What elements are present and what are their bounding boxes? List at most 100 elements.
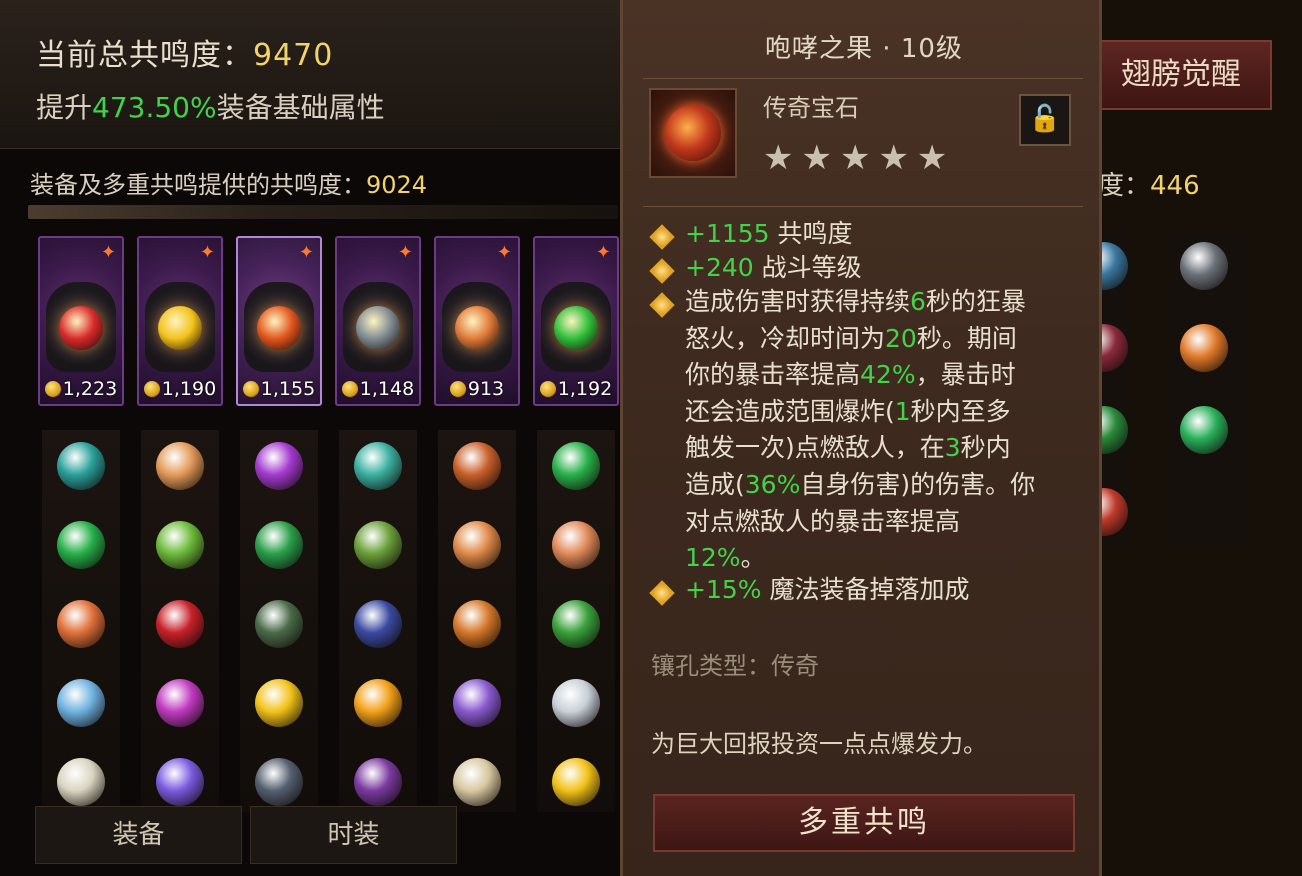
rune-icon: ✦ bbox=[496, 242, 512, 263]
legendary-gem-icon bbox=[455, 306, 499, 350]
bottom-tabs: 装备 时装 bbox=[35, 806, 465, 866]
normal-gem-icon[interactable] bbox=[552, 521, 600, 569]
gem-column bbox=[438, 430, 516, 812]
tab-fashion[interactable]: 时装 bbox=[250, 806, 457, 864]
rune-icon: ✦ bbox=[199, 242, 215, 263]
stat-resonance: +1155 共鸣度 bbox=[685, 216, 853, 252]
normal-gem-icon[interactable] bbox=[354, 600, 402, 648]
legendary-gem-slot[interactable]: ✦ 1,155 bbox=[236, 236, 322, 406]
gem-column bbox=[141, 430, 219, 812]
rune-icon: ✦ bbox=[595, 242, 611, 263]
normal-gem-icon[interactable] bbox=[552, 600, 600, 648]
normal-gem-icon[interactable] bbox=[453, 442, 501, 490]
gem-star-rating: ★★★★★ bbox=[763, 138, 956, 178]
wing-resonance: 度：446 bbox=[1098, 165, 1200, 202]
tab-equipment[interactable]: 装备 bbox=[35, 806, 242, 864]
normal-gem-icon[interactable] bbox=[255, 442, 303, 490]
effect-text: 秒的狂暴 bbox=[925, 287, 1026, 316]
legendary-gem-icon bbox=[554, 306, 598, 350]
legendary-gem-icon bbox=[158, 306, 202, 350]
effect-line: 造成伤害时获得持续6秒的狂暴 bbox=[685, 284, 1085, 321]
stat-value: +240 bbox=[685, 253, 754, 282]
effect-line: 对点燃敌人的暴击率提高 bbox=[685, 504, 1085, 541]
slot-resonance-score: 913 bbox=[436, 378, 518, 400]
normal-gem-icon[interactable] bbox=[57, 679, 105, 727]
effect-text: 秒。期间 bbox=[916, 323, 1017, 353]
legendary-gem-slot[interactable]: ✦ 1,192 bbox=[533, 236, 619, 406]
gem-portrait bbox=[649, 88, 737, 178]
gem-title: 咆哮之果 · 10级 bbox=[765, 34, 963, 64]
effect-text: 。 bbox=[740, 543, 766, 573]
normal-gem-icon[interactable] bbox=[156, 758, 204, 806]
normal-gem-icon[interactable] bbox=[354, 521, 402, 569]
normal-gem-icon[interactable] bbox=[255, 600, 303, 648]
total-resonance: 当前总共鸣度：9470 bbox=[36, 30, 333, 74]
normal-gem-icon[interactable] bbox=[255, 679, 303, 727]
normal-gem-icon[interactable] bbox=[57, 521, 105, 569]
normal-gem-icon[interactable] bbox=[57, 758, 105, 806]
normal-gem-icon[interactable] bbox=[156, 679, 204, 727]
unlock-icon[interactable]: 🔓 bbox=[1019, 94, 1071, 146]
wing-gem-icon[interactable] bbox=[1180, 242, 1228, 290]
multi-resonance-button[interactable]: 多重共鸣 bbox=[653, 794, 1075, 852]
normal-gem-icon[interactable] bbox=[354, 442, 402, 490]
stat-label: 魔法装备掉落加成 bbox=[769, 575, 970, 604]
effect-text: 自身伤害)的伤害。你 bbox=[800, 469, 1036, 499]
divider bbox=[643, 78, 1083, 79]
legendary-gem-slot[interactable]: ✦ 1,223 bbox=[38, 236, 124, 406]
stat-label: 共鸣度 bbox=[777, 219, 853, 248]
gem-column bbox=[42, 430, 120, 812]
socket-type: 镶孔类型：传奇 bbox=[651, 652, 819, 680]
rune-icon: ✦ bbox=[298, 242, 314, 263]
wing-gem-icon[interactable] bbox=[1180, 324, 1228, 372]
legendary-gem-slot[interactable]: ✦ 1,148 bbox=[335, 236, 421, 406]
rune-icon: ✦ bbox=[100, 242, 116, 263]
effect-number: 12% bbox=[685, 543, 741, 573]
normal-gem-icon[interactable] bbox=[57, 442, 105, 490]
gem-column bbox=[339, 430, 417, 812]
normal-gem-icon[interactable] bbox=[255, 758, 303, 806]
effect-line: 触发一次)点燃敌人，在3秒内 bbox=[685, 430, 1085, 467]
normal-gem-icon[interactable] bbox=[156, 600, 204, 648]
stat-label: 战斗等级 bbox=[761, 253, 862, 282]
wing-awaken-button[interactable]: 翅膀觉醒 bbox=[1090, 40, 1272, 110]
legendary-gem-slot[interactable]: ✦ 1,190 bbox=[137, 236, 223, 406]
effect-text: 造成( bbox=[685, 469, 745, 499]
legendary-gem-slot[interactable]: ✦ 913 bbox=[434, 236, 520, 406]
effect-text: 你的暴击率提高 bbox=[685, 360, 861, 390]
gem-column bbox=[240, 430, 318, 812]
normal-gem-icon[interactable] bbox=[156, 442, 204, 490]
legendary-gem-icon bbox=[59, 306, 103, 350]
wing-gem-icon[interactable] bbox=[1180, 406, 1228, 454]
slot-resonance-score: 1,148 bbox=[337, 378, 419, 400]
effect-line: 怒火，冷却时间为20秒。期间 bbox=[685, 321, 1085, 358]
normal-gem-icon[interactable] bbox=[354, 679, 402, 727]
effect-text: 对点燃敌人的暴击率提高 bbox=[685, 506, 961, 536]
attribute-boost-line: 提升473.50%装备基础属性 bbox=[36, 86, 385, 126]
normal-gem-icon[interactable] bbox=[453, 600, 501, 648]
effect-text: 触发一次)点燃敌人，在 bbox=[685, 433, 945, 463]
gem-column bbox=[537, 430, 615, 812]
coin-icon bbox=[341, 381, 358, 397]
drop-bonus-bullet-icon bbox=[649, 580, 675, 606]
normal-gem-icon[interactable] bbox=[552, 679, 600, 727]
normal-gem-icon[interactable] bbox=[453, 521, 501, 569]
stat-combat-level: +240 战斗等级 bbox=[685, 250, 862, 286]
coin-icon bbox=[44, 381, 61, 397]
stat-value: +15% bbox=[685, 575, 762, 604]
slot-score-value: 1,155 bbox=[260, 378, 316, 400]
slot-score-value: 1,192 bbox=[557, 378, 613, 400]
normal-gem-icon[interactable] bbox=[552, 442, 600, 490]
wing-resonance-value: 446 bbox=[1150, 171, 1200, 201]
slot-resonance-score: 1,190 bbox=[139, 378, 221, 400]
normal-gem-icon[interactable] bbox=[453, 758, 501, 806]
normal-gem-icon[interactable] bbox=[354, 758, 402, 806]
normal-gem-icon[interactable] bbox=[453, 679, 501, 727]
normal-gem-icon[interactable] bbox=[57, 600, 105, 648]
normal-gem-icon[interactable] bbox=[156, 521, 204, 569]
stat-bullet-icon bbox=[649, 258, 675, 284]
effect-bullet-icon bbox=[649, 292, 675, 318]
effect-number: 20 bbox=[885, 323, 917, 353]
normal-gem-icon[interactable] bbox=[255, 521, 303, 569]
normal-gem-icon[interactable] bbox=[552, 758, 600, 806]
